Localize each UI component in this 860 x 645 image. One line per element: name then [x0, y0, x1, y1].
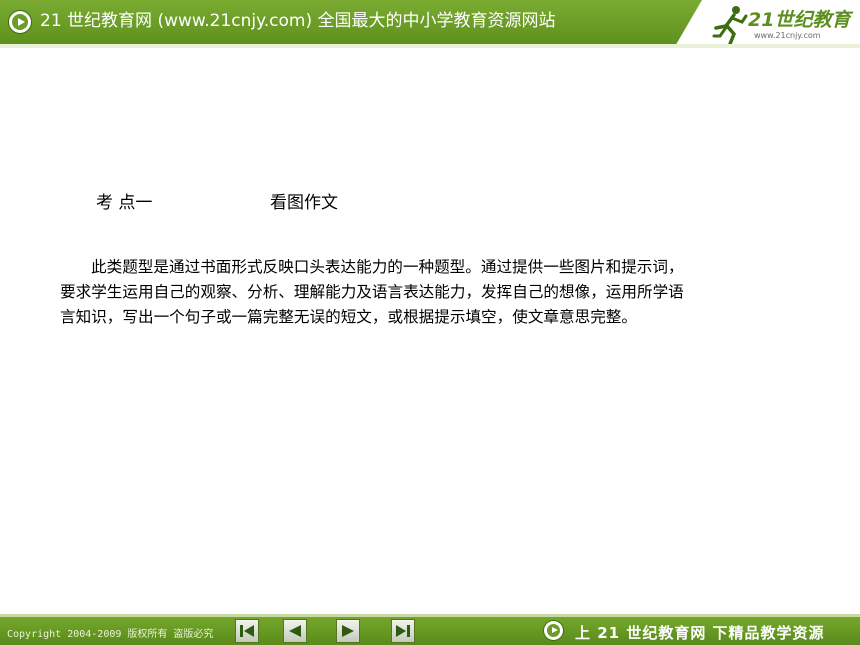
site-logo[interactable]: 21世纪教育 www.21cnjy.com	[674, 0, 860, 48]
footer-bar: Copyright 2004-2009 版权所有 盗版必究 上 21 世纪教育网…	[0, 614, 860, 645]
exam-point-label: 考 点一	[96, 193, 153, 213]
header-title: 21 世纪教育网 (www.21cnjy.com) 全国最大的中小学教育资源网站	[40, 11, 556, 31]
paragraph-line: 此类题型是通过书面形式反映口头表达能力的一种题型。通过提供一些图片和提示词，	[91, 258, 684, 276]
prev-slide-button[interactable]	[283, 619, 307, 643]
play-icon[interactable]	[9, 11, 31, 33]
topic-heading: 看图作文	[270, 193, 338, 213]
last-slide-icon	[396, 625, 410, 637]
next-slide-icon	[342, 625, 354, 637]
last-slide-button[interactable]	[391, 619, 415, 643]
runner-icon	[712, 6, 748, 46]
description-paragraph: 此类题型是通过书面形式反映口头表达能力的一种题型。通过提供一些图片和提示词， 要…	[60, 255, 790, 330]
header-banner: 21 世纪教育网 (www.21cnjy.com) 全国最大的中小学教育资源网站…	[0, 0, 860, 48]
footer-slogan[interactable]: 上 21 世纪教育网 下精品教学资源	[575, 622, 825, 643]
footer-play-icon[interactable]	[544, 621, 563, 640]
copyright-text: Copyright 2004-2009 版权所有 盗版必究	[7, 629, 214, 640]
logo-url: www.21cnjy.com	[754, 31, 821, 40]
paragraph-line: 要求学生运用自己的观察、分析、理解能力及语言表达能力，发挥自己的想像，运用所学语	[60, 283, 684, 301]
first-slide-button[interactable]	[235, 619, 259, 643]
logo-text: 21世纪教育	[748, 9, 851, 31]
next-slide-button[interactable]	[336, 619, 360, 643]
first-slide-icon	[240, 625, 254, 637]
prev-slide-icon	[289, 625, 301, 637]
paragraph-line: 言知识，写出一个句子或一篇完整无误的短文，或根据提示填空，使文章意思完整。	[60, 308, 637, 326]
